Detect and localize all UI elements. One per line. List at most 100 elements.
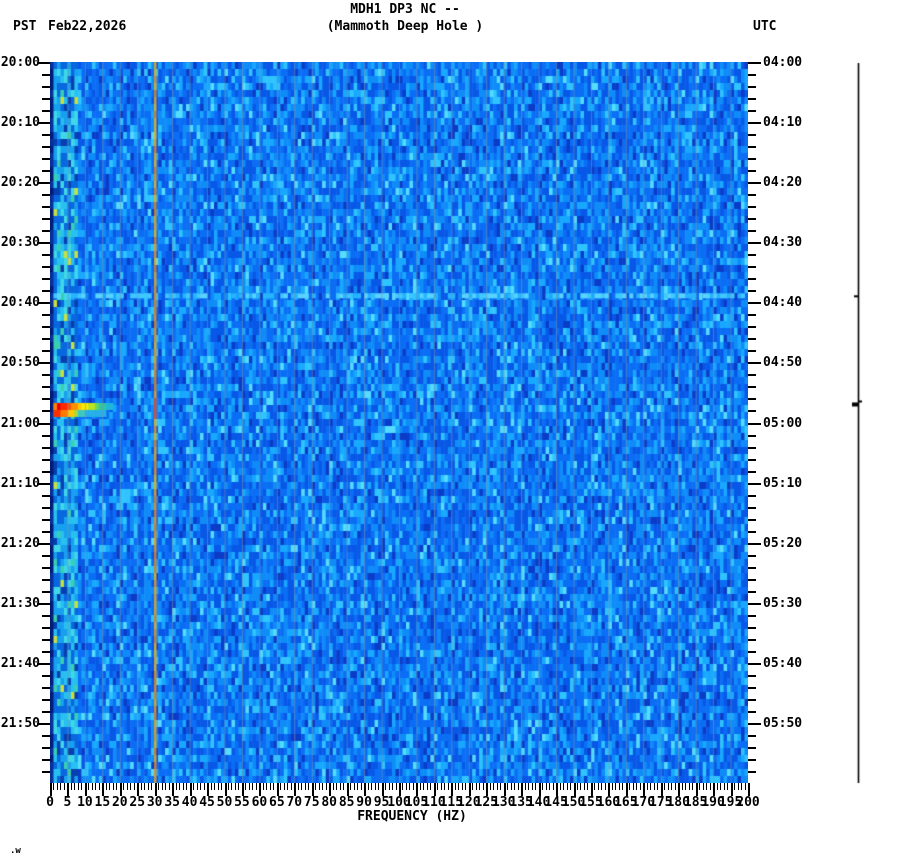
x-axis-label: 200 <box>736 795 760 810</box>
tick-mark <box>560 783 561 790</box>
y-axis-label-right: 05:40 <box>763 656 803 671</box>
x-axis-label: 40 <box>181 795 198 810</box>
tick-mark <box>270 783 271 790</box>
tick-mark <box>570 783 571 790</box>
y-axis-label-right: 05:20 <box>763 536 803 551</box>
tick-mark <box>308 783 309 790</box>
tick-mark <box>748 278 756 280</box>
tick-mark <box>748 759 756 761</box>
tick-mark <box>42 639 50 641</box>
tick-mark <box>748 254 756 256</box>
tick-mark <box>497 783 498 790</box>
tick-mark <box>420 783 421 790</box>
tick-mark <box>748 218 756 220</box>
y-axis-label-right: 04:50 <box>763 355 803 370</box>
tick-mark <box>437 783 438 790</box>
tick-mark <box>629 783 630 790</box>
tick-mark <box>42 254 50 256</box>
tick-mark <box>483 783 484 790</box>
tick-mark <box>42 735 50 737</box>
tick-mark <box>720 783 721 790</box>
tick-mark <box>256 783 257 790</box>
tick-mark <box>748 170 756 172</box>
tick-mark <box>511 783 512 790</box>
x-axis-label: 65 <box>269 795 285 810</box>
tick-mark <box>42 170 50 172</box>
tick-mark <box>287 783 288 790</box>
tick-mark <box>266 783 267 790</box>
tick-mark <box>42 218 50 220</box>
tick-mark <box>748 675 756 677</box>
y-axis-label-right: 04:20 <box>763 175 803 190</box>
tick-mark <box>263 783 264 790</box>
x-axis-label: 25 <box>129 795 146 810</box>
tick-mark <box>249 783 250 790</box>
tick-mark <box>57 783 58 790</box>
tick-mark <box>748 771 756 773</box>
y-axis-label-left: 21:30 <box>0 596 40 611</box>
tick-mark <box>211 783 212 790</box>
tick-mark <box>598 783 599 790</box>
tick-mark <box>340 783 341 790</box>
tick-mark <box>42 591 50 593</box>
tick-mark <box>361 783 362 790</box>
tick-mark <box>549 783 550 790</box>
tick-mark <box>42 675 50 677</box>
x-axis-label: 30 <box>146 795 163 810</box>
tick-mark <box>42 278 50 280</box>
tick-mark <box>130 783 131 790</box>
tick-mark <box>748 651 756 653</box>
tick-mark <box>546 783 547 790</box>
tick-mark <box>734 783 735 790</box>
tick-mark <box>42 194 50 196</box>
tick-mark <box>748 591 756 593</box>
tick-mark <box>186 783 187 790</box>
y-axis-label-left: 21:40 <box>0 656 40 671</box>
tick-mark <box>42 459 50 461</box>
tick-mark <box>748 182 761 184</box>
tick-mark <box>42 206 50 208</box>
tick-mark <box>472 783 473 790</box>
tick-mark <box>748 711 756 713</box>
tick-mark <box>500 783 501 790</box>
tick-mark <box>748 459 756 461</box>
tick-mark <box>357 783 358 790</box>
tick-mark <box>748 471 756 473</box>
tick-mark <box>493 783 494 790</box>
tick-mark <box>738 783 739 790</box>
tick-mark <box>92 783 93 790</box>
tick-mark <box>748 615 756 617</box>
tick-mark <box>748 495 756 497</box>
tick-mark <box>165 783 166 790</box>
tick-mark <box>647 783 648 790</box>
tick-mark <box>42 230 50 232</box>
x-axis-label: 5 <box>63 795 72 810</box>
tick-mark <box>134 783 135 790</box>
tick-mark <box>326 783 327 790</box>
tick-mark <box>699 783 700 790</box>
tick-mark <box>671 783 672 790</box>
tick-mark <box>214 783 215 790</box>
x-axis-label: 15 <box>94 795 111 810</box>
tick-mark <box>42 98 50 100</box>
tick-mark <box>151 783 152 790</box>
tick-mark <box>748 134 756 136</box>
tick-mark <box>333 783 334 790</box>
tick-mark <box>343 783 344 790</box>
tick-mark <box>183 783 184 790</box>
tick-mark <box>95 783 96 790</box>
tick-mark <box>692 783 693 790</box>
tick-mark <box>748 747 756 749</box>
tick-mark <box>273 783 274 790</box>
tick-mark <box>514 783 515 790</box>
x-axis-label: 20 <box>111 795 128 810</box>
y-axis-label-right: 04:40 <box>763 295 803 310</box>
tick-mark <box>315 783 316 790</box>
x-axis-title: FREQUENCY (HZ) <box>357 809 467 824</box>
x-axis-label: 50 <box>216 795 233 810</box>
tick-mark <box>389 783 390 790</box>
tick-mark <box>99 783 100 790</box>
tick-mark <box>748 350 756 352</box>
tick-mark <box>291 783 292 790</box>
tick-mark <box>748 639 756 641</box>
